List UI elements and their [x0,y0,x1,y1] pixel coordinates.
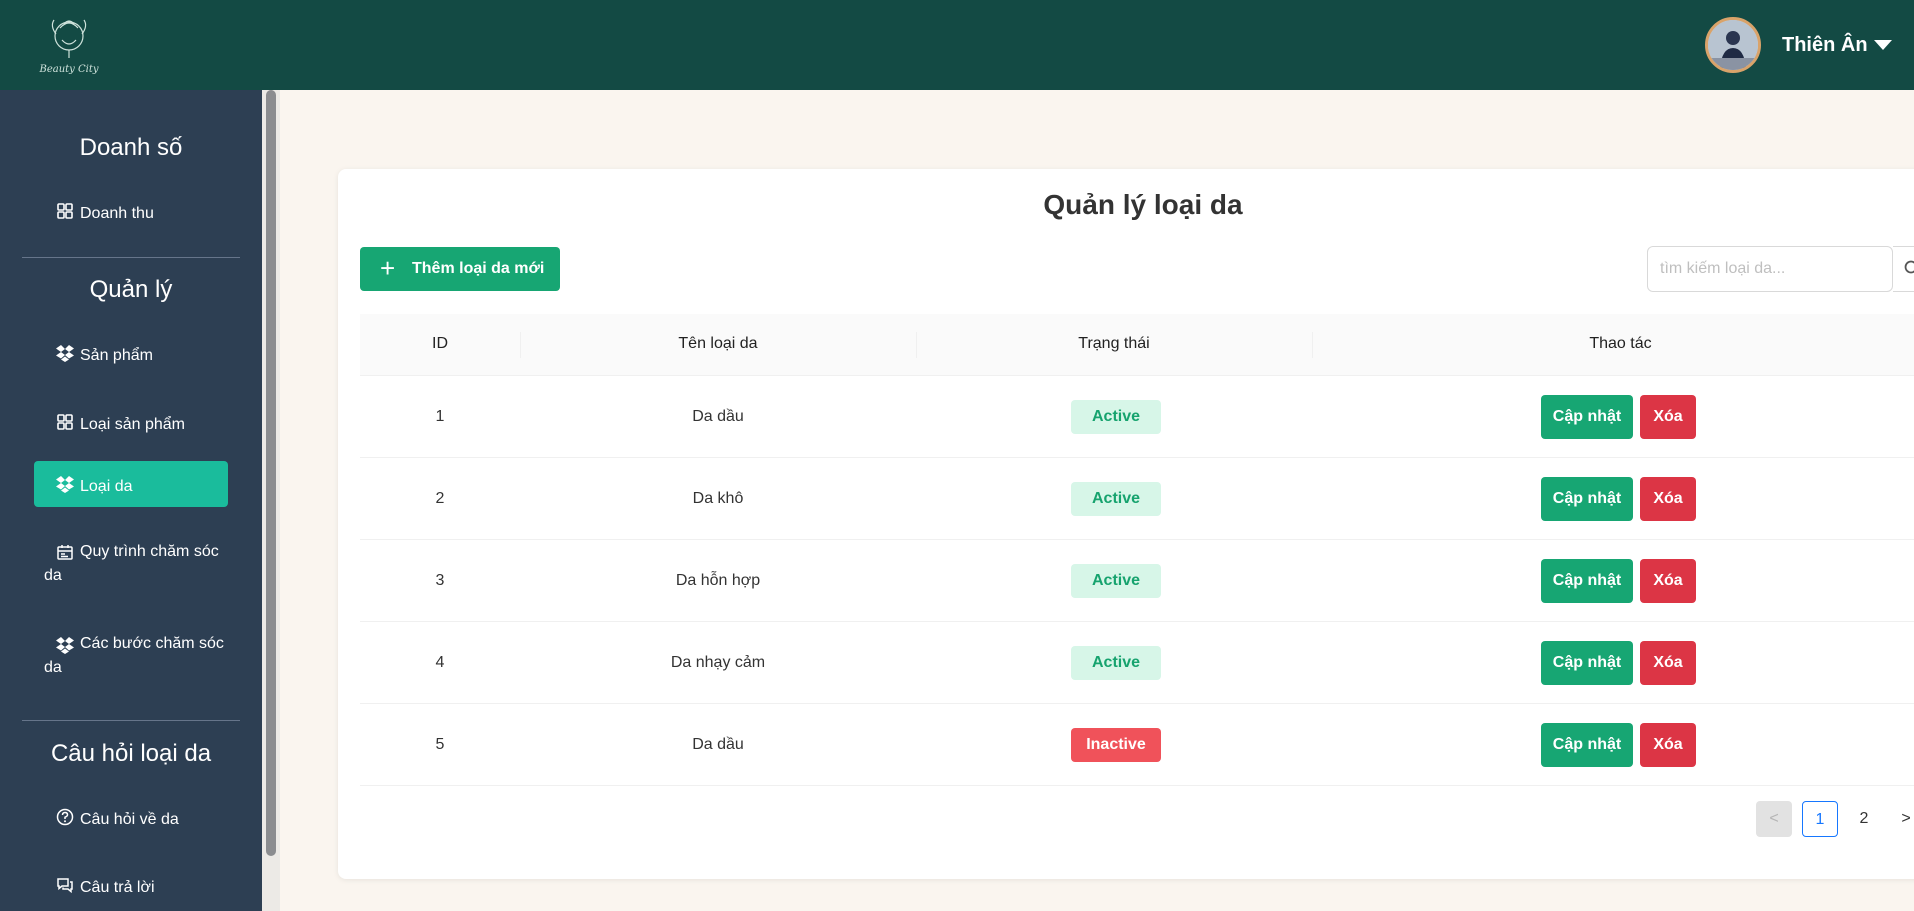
sidebar: Doanh số Doanh thu Quản lý Sản phẩm Loại… [0,90,262,911]
delete-button[interactable]: Xóa [1640,723,1696,767]
sidebar-heading-skin-questions: Câu hỏi loại da [50,740,212,767]
cell-id: 2 [435,490,445,507]
scrollbar-thumb[interactable] [266,90,276,856]
page-title: Quản lý loại da [1043,189,1243,220]
sidebar-scrollbar[interactable] [262,90,280,911]
question-circle-icon [56,808,74,826]
update-button[interactable]: Cập nhật [1541,641,1633,685]
sidebar-item-skincare-routine[interactable]: Quy trình chăm sóc da [34,528,228,588]
sidebar-heading-management: Quản lý [89,276,173,303]
status-badge: Inactive [1071,728,1161,762]
table-row: 5 Da dầu Inactive Cập nhật Xóa [360,704,1914,786]
sidebar-item-answers[interactable]: Câu trả lời [34,862,228,908]
sidebar-item-label: Loại da [80,478,133,495]
cell-name: Da khô [692,490,744,507]
top-header: Beauty City Thiên Ân [0,0,1914,90]
grid-icon [57,203,73,219]
delete-button[interactable]: Xóa [1640,641,1696,685]
status-badge: Active [1071,482,1161,516]
update-button[interactable]: Cập nhật [1541,395,1633,439]
content-card: Quản lý loại da + Thêm loại da mới ID Tê… [338,169,1914,879]
column-header-actions: Thao tác [1589,335,1652,352]
sidebar-item-label: Các bước chăm sóc da [44,635,224,676]
sidebar-item-label: Doanh thu [80,205,154,222]
pagination-page-1[interactable]: 1 [1802,801,1838,837]
sidebar-item-skin-types[interactable]: Loại da [34,461,228,507]
plus-icon: + [380,253,396,283]
search-input[interactable] [1647,246,1893,292]
table-row: 2 Da khô Active Cập nhật Xóa [360,458,1914,540]
user-name[interactable]: Thiên Ân [1782,34,1868,57]
update-button[interactable]: Cập nhật [1541,723,1633,767]
chat-icon [57,878,73,894]
sidebar-divider [22,257,240,258]
sidebar-item-label: Câu trả lời [80,879,155,896]
cell-id: 4 [435,654,445,671]
sidebar-item-revenue[interactable]: Doanh thu [34,188,228,234]
add-button-label: Thêm loại da mới [412,260,545,277]
column-header-id: ID [432,335,448,352]
table-row: 3 Da hỗn hợp Active Cập nhật Xóa [360,540,1914,622]
sidebar-item-product-types[interactable]: Loại sản phẩm [34,399,228,445]
delete-button[interactable]: Xóa [1640,395,1696,439]
delete-button[interactable]: Xóa [1640,559,1696,603]
cell-name: Da dầu [692,408,744,425]
sidebar-item-label: Quy trình chăm sóc da [44,543,219,584]
pagination-next-button[interactable]: > [1888,801,1914,837]
add-skin-type-button[interactable]: + Thêm loại da mới [360,247,560,291]
sidebar-item-label: Sản phẩm [80,347,153,364]
dropbox-icon [56,476,74,493]
pagination-page-2[interactable]: 2 [1846,801,1882,837]
cell-name: Da dầu [692,736,744,753]
cell-id: 5 [435,736,445,753]
cell-id: 3 [435,572,445,589]
update-button[interactable]: Cập nhật [1541,559,1633,603]
grid-icon [57,414,73,430]
sidebar-item-label: Câu hỏi về da [80,811,179,828]
table-header: ID Tên loại da Trạng thái Thao tác [360,314,1914,376]
sidebar-item-skin-questions[interactable]: Câu hỏi về da [34,794,228,840]
sidebar-item-label: Loại sản phẩm [80,416,185,433]
user-avatar[interactable] [1705,17,1761,73]
status-badge: Active [1071,646,1161,680]
column-header-status: Trạng thái [1078,335,1150,352]
update-button[interactable]: Cập nhật [1541,477,1633,521]
sidebar-heading-sales: Doanh số [79,134,183,161]
search-icon [1904,260,1914,274]
caret-down-icon[interactable] [1874,40,1892,50]
column-header-name: Tên loại da [678,335,758,352]
search-button[interactable] [1893,246,1914,292]
status-badge: Active [1071,400,1161,434]
cell-name: Da hỗn hợp [675,572,761,589]
sidebar-item-products[interactable]: Sản phẩm [34,330,228,376]
table-row: 1 Da dầu Active Cập nhật Xóa [360,376,1914,458]
brand-logo[interactable]: Beauty City [36,10,102,78]
status-badge: Active [1071,564,1161,598]
sidebar-divider [22,720,240,721]
svg-text:Beauty City: Beauty City [38,64,98,75]
delete-button[interactable]: Xóa [1640,477,1696,521]
dropbox-icon [56,345,74,362]
sidebar-item-skincare-steps[interactable]: Các bước chăm sóc da [34,620,228,680]
cell-name: Da nhạy cảm [670,654,766,671]
cell-id: 1 [435,408,445,425]
pagination-prev-button[interactable]: < [1756,801,1792,837]
table-row: 4 Da nhạy cảm Active Cập nhật Xóa [360,622,1914,704]
